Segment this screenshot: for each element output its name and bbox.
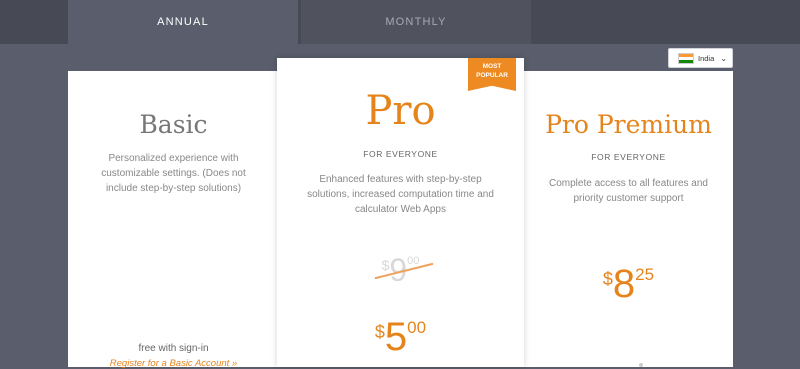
price-whole: 5: [384, 315, 408, 359]
plan-description: Personalized experience with customizabl…: [101, 153, 246, 194]
current-price: $ 5 00: [277, 316, 524, 358]
plan-title: Pro Premium: [545, 110, 712, 139]
scroll-indicator-dot: [639, 363, 643, 367]
plan-title: Basic: [139, 110, 208, 139]
currency-symbol: $: [381, 257, 390, 273]
chevron-down-icon: ⌄: [720, 53, 727, 63]
plan-subtitle: FOR EVERYONE: [591, 152, 666, 162]
tab-annual[interactable]: ANNUAL: [68, 0, 298, 44]
plan-subtitle: FOR EVERYONE: [363, 149, 438, 159]
region-label: India: [698, 53, 715, 63]
currency-symbol: $: [374, 322, 385, 342]
region-selector[interactable]: India ⌄: [668, 48, 733, 68]
register-basic-link[interactable]: Register for a Basic Account »: [68, 358, 279, 369]
price-whole: 8: [612, 262, 636, 306]
currency-symbol: $: [602, 269, 613, 289]
plan-description: Complete access to all features and prio…: [549, 178, 708, 204]
price-cents: 00: [407, 318, 427, 337]
current-price: $ 8 25: [524, 263, 733, 305]
plan-title: Pro: [365, 88, 436, 134]
india-flag-icon: [678, 52, 694, 64]
plan-description: Enhanced features with step-by-step solu…: [307, 174, 494, 215]
plan-card-pro: MOST POPULAR Pro FOR EVERYONE Enhanced fe…: [277, 58, 524, 367]
price-cents: 00: [407, 255, 420, 267]
most-popular-badge: MOST POPULAR: [468, 58, 516, 91]
price-note: free with sign-in: [138, 343, 209, 354]
plan-card-basic: Basic Personalized experience with custo…: [68, 71, 279, 369]
plan-card-premium: Pro Premium FOR EVERYONE Complete access…: [524, 71, 733, 367]
price-cents: 25: [635, 265, 655, 284]
tab-monthly[interactable]: MONTHLY: [301, 0, 531, 44]
